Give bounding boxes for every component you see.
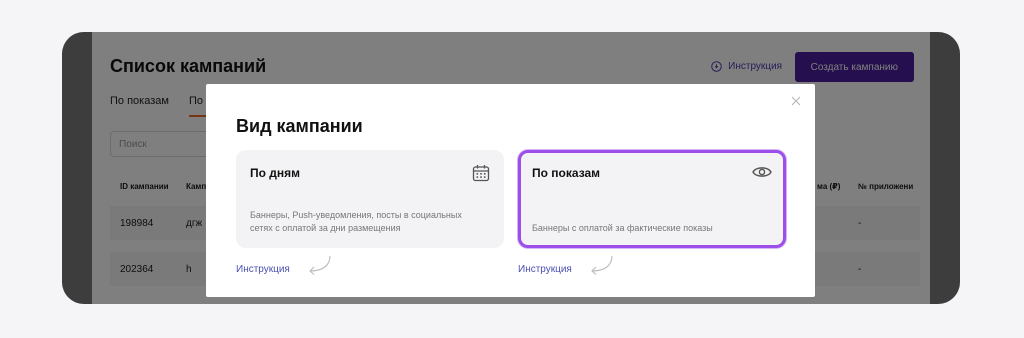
calendar-icon [472, 165, 490, 182]
instruction-link-by-impressions[interactable]: Инструкция [518, 264, 572, 275]
curved-arrow-icon [591, 255, 613, 275]
option-title: По показам [532, 166, 601, 180]
campaign-type-modal: Вид кампании По дням Баннеры, Push-уведо… [206, 84, 815, 297]
modal-title: Вид кампании [236, 116, 363, 136]
option-description: Баннеры с оплатой за фактические показы [532, 223, 713, 233]
instruction-link-by-days[interactable]: Инструкция [236, 264, 290, 275]
option-description: Баннеры, Push-уведомления, посты в социа… [250, 210, 462, 233]
eye-icon [752, 167, 772, 177]
option-card-by-impressions[interactable]: По показам Баннеры с оплатой за фактичес… [518, 150, 786, 248]
option-title: По дням [250, 166, 301, 180]
option-card-by-days[interactable]: По дням Баннеры, Push-уведомления, посты… [236, 150, 504, 248]
curved-arrow-icon [309, 255, 331, 275]
close-icon[interactable] [791, 96, 801, 106]
